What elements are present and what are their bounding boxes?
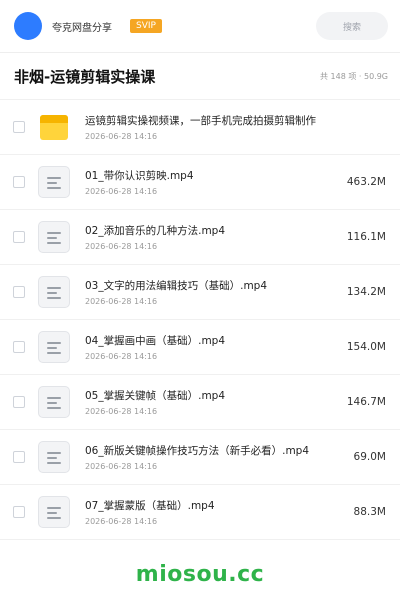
select-checkbox[interactable] xyxy=(13,121,25,133)
item-size: 116.1M xyxy=(346,231,386,243)
item-date: 2026-06-28 14:16 xyxy=(85,297,158,306)
item-size: 134.2M xyxy=(346,286,386,298)
item-name: 运镜剪辑实操视频课，一部手机完成拍摄剪辑制作 xyxy=(85,115,316,127)
select-checkbox[interactable] xyxy=(13,341,25,353)
item-icon-wrap xyxy=(37,330,71,364)
item-size: 146.7M xyxy=(346,396,386,408)
item-date: 2026-06-28 14:16 xyxy=(85,517,158,526)
item-icon-wrap xyxy=(37,165,71,199)
video-file-icon xyxy=(38,221,70,253)
select-checkbox[interactable] xyxy=(13,506,25,518)
item-icon-wrap xyxy=(37,440,71,474)
list-item[interactable]: 01_带你认识剪映.mp4 2026-06-28 14:16 463.2M xyxy=(0,155,400,210)
search-input[interactable]: 搜索 xyxy=(316,12,388,40)
svip-badge: SVIP xyxy=(130,19,162,33)
item-icon-wrap xyxy=(37,495,71,529)
folder-icon xyxy=(40,114,68,140)
video-file-icon xyxy=(38,441,70,473)
file-list: 运镜剪辑实操视频课，一部手机完成拍摄剪辑制作 2026-06-28 14:16 01… xyxy=(0,100,400,540)
item-date: 2026-06-28 14:16 xyxy=(85,242,158,251)
item-size: 88.3M xyxy=(353,506,386,518)
item-size: 69.0M xyxy=(353,451,386,463)
item-icon-wrap xyxy=(37,220,71,254)
top-bar: 夸克网盘分享 SVIP 搜索 xyxy=(0,0,400,53)
select-checkbox[interactable] xyxy=(13,286,25,298)
list-item[interactable]: 02_添加音乐的几种方法.mp4 2026-06-28 14:16 116.1M xyxy=(0,210,400,265)
app-name: 夸克网盘分享 xyxy=(52,22,112,34)
list-item[interactable]: 04_掌握画中画（基础）.mp4 2026-06-28 14:16 154.0M xyxy=(0,320,400,375)
item-date: 2026-06-28 14:16 xyxy=(85,462,158,471)
list-item[interactable]: 运镜剪辑实操视频课，一部手机完成拍摄剪辑制作 2026-06-28 14:16 xyxy=(0,100,400,155)
item-icon-wrap xyxy=(37,275,71,309)
share-header: 非烟-运镜剪辑实操课 共 148 项 · 50.9G xyxy=(0,53,400,100)
select-checkbox[interactable] xyxy=(13,396,25,408)
item-date: 2026-06-28 14:16 xyxy=(85,187,158,196)
video-file-icon xyxy=(38,331,70,363)
item-summary: 共 148 项 · 50.9G xyxy=(320,71,388,81)
list-item[interactable]: 03_文字的用法编辑技巧（基础）.mp4 2026-06-28 14:16 134.… xyxy=(0,265,400,320)
select-checkbox[interactable] xyxy=(13,176,25,188)
video-file-icon xyxy=(38,386,70,418)
list-item[interactable]: 05_掌握关键帧（基础）.mp4 2026-06-28 14:16 146.7M xyxy=(0,375,400,430)
item-date: 2026-06-28 14:16 xyxy=(85,352,158,361)
watermark: miosou.cc xyxy=(135,562,265,587)
list-item[interactable]: 07_掌握蒙版（基础）.mp4 2026-06-28 14:16 88.3M xyxy=(0,485,400,540)
item-date: 2026-06-28 14:16 xyxy=(85,132,158,141)
item-icon-wrap xyxy=(37,110,71,144)
video-file-icon xyxy=(38,166,70,198)
list-item[interactable]: 06_新版关键帧操作技巧方法（新手必看）.mp4 2026-06-28 14:16… xyxy=(0,430,400,485)
video-file-icon xyxy=(38,496,70,528)
page-title: 非烟-运镜剪辑实操课 xyxy=(14,67,156,86)
avatar[interactable] xyxy=(14,12,42,40)
item-meta: 运镜剪辑实操视频课，一部手机完成拍摄剪辑制作 2026-06-28 14:16 xyxy=(85,113,400,141)
video-file-icon xyxy=(38,276,70,308)
select-checkbox[interactable] xyxy=(13,231,25,243)
item-icon-wrap xyxy=(37,385,71,419)
item-size: 463.2M xyxy=(346,176,386,188)
item-size: 154.0M xyxy=(346,341,386,353)
select-checkbox[interactable] xyxy=(13,451,25,463)
item-date: 2026-06-28 14:16 xyxy=(85,407,158,416)
